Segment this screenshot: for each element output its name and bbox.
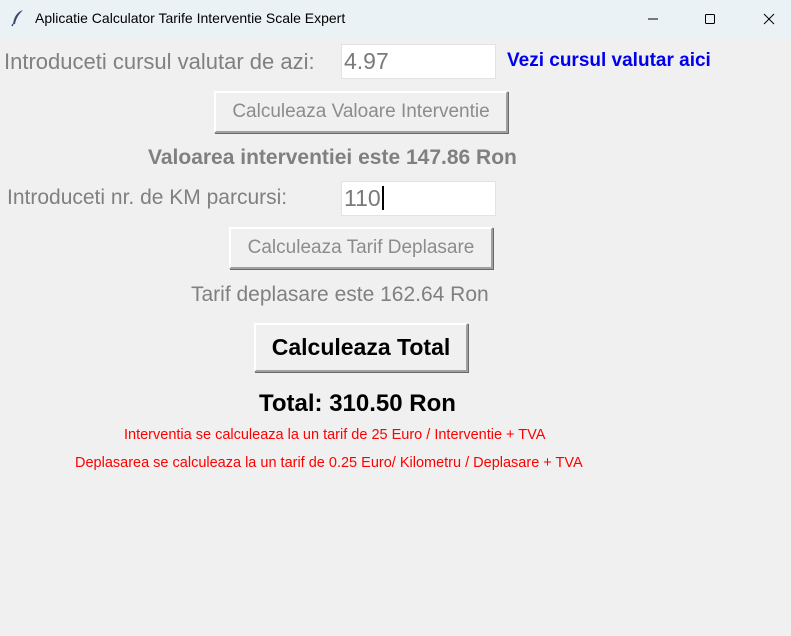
app-window: Aplicatie Calculator Tarife Interventie … (0, 0, 791, 636)
maximize-icon (705, 13, 715, 24)
total-result: Total: 310.50 Ron (259, 390, 456, 417)
calculate-intervention-label: Calculeaza Valoare Interventie (232, 101, 490, 122)
travel-rate-note: Deplasarea se calculeaza la un tarif de … (75, 455, 583, 471)
calculate-total-button[interactable]: Calculeaza Total (254, 323, 468, 372)
calculate-travel-button[interactable]: Calculeaza Tarif Deplasare (229, 227, 493, 269)
text-caret (381, 186, 384, 210)
minimize-icon (648, 18, 658, 19)
km-input[interactable]: 110 (341, 181, 496, 216)
intervention-rate-note: Interventia se calculeaza la un tarif de… (124, 427, 546, 443)
calculate-total-label: Calculeaza Total (271, 334, 451, 360)
km-value: 110 (344, 185, 381, 211)
exchange-rate-label: Introduceti cursul valutar de azi: (4, 49, 315, 74)
maximize-button[interactable] (687, 0, 733, 37)
calculate-travel-label: Calculeaza Tarif Deplasare (247, 237, 475, 258)
exchange-rate-input[interactable]: 4.97 (341, 44, 496, 79)
intervention-result: Valoarea interventiei este 147.86 Ron (148, 146, 517, 169)
calculate-intervention-button[interactable]: Calculeaza Valoare Interventie (214, 91, 508, 133)
minimize-button[interactable] (630, 0, 676, 37)
exchange-rate-link[interactable]: Vezi cursul valutar aici (507, 50, 711, 72)
exchange-rate-value: 4.97 (344, 48, 389, 74)
km-label: Introduceti nr. de KM parcursi: (7, 186, 288, 209)
close-button[interactable] (746, 0, 791, 37)
window-title: Aplicatie Calculator Tarife Interventie … (35, 10, 346, 26)
travel-result: Tarif deplasare este 162.64 Ron (191, 283, 489, 306)
feather-icon (10, 9, 26, 27)
title-bar[interactable]: Aplicatie Calculator Tarife Interventie … (0, 0, 791, 37)
close-icon (763, 13, 775, 24)
